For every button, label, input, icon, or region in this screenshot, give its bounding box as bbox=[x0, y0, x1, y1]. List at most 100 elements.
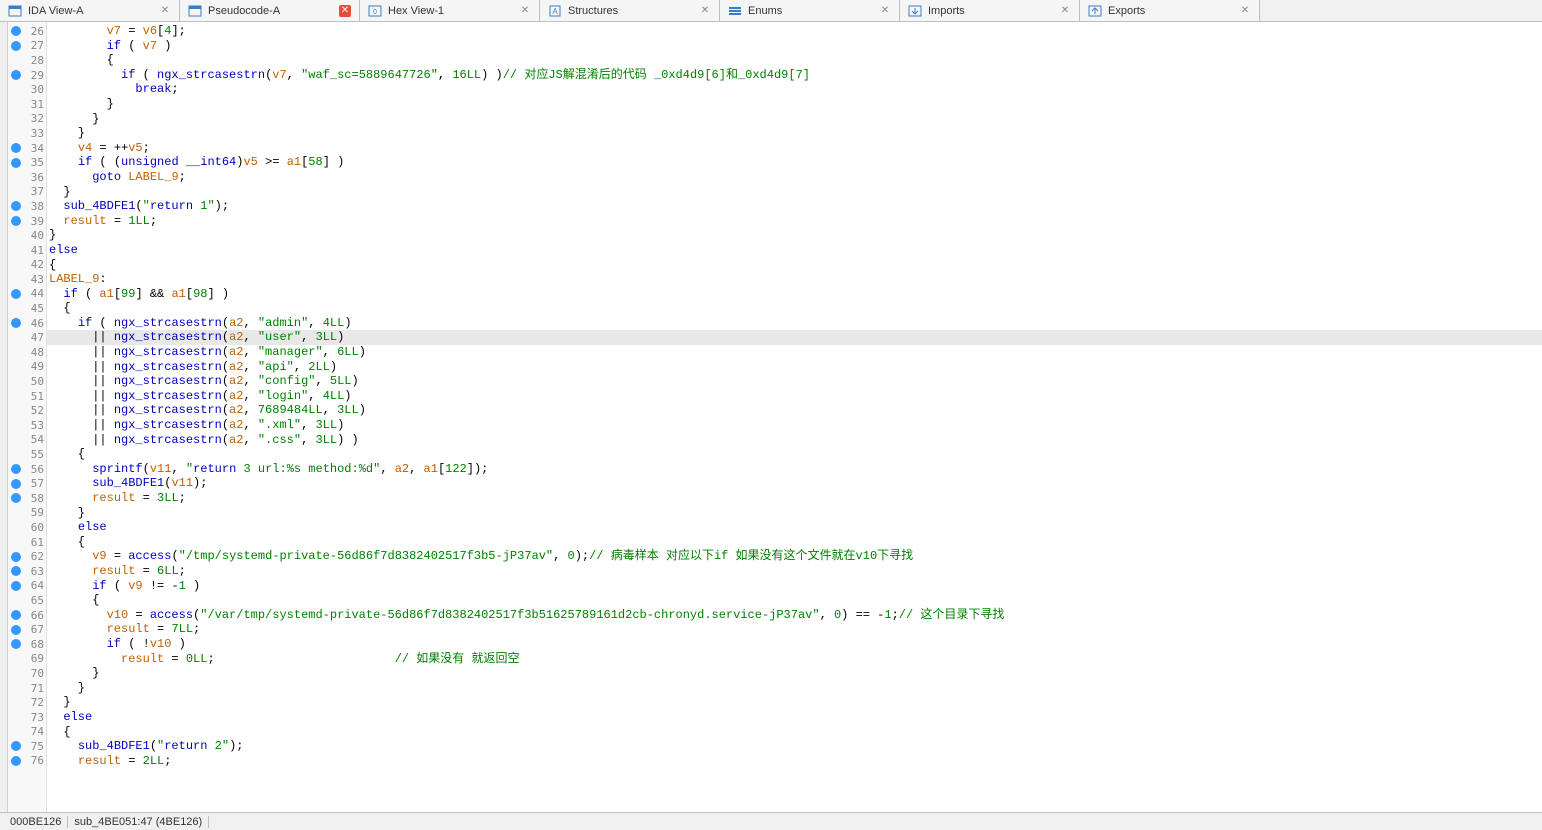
breakpoint-dot-icon[interactable] bbox=[11, 464, 21, 474]
code-line[interactable]: || ngx_strcasestrn(a2, 7689484LL, 3LL) bbox=[47, 403, 1542, 418]
gutter-row[interactable]: 69 bbox=[8, 652, 46, 667]
gutter-row[interactable]: 40 bbox=[8, 228, 46, 243]
code-line[interactable]: result = 0LL; // 如果没有 就返回空 bbox=[47, 652, 1542, 667]
breakpoint-dot-icon[interactable] bbox=[11, 143, 21, 153]
gutter-row[interactable]: 45 bbox=[8, 301, 46, 316]
gutter-row[interactable]: 31 bbox=[8, 97, 46, 112]
code-line[interactable]: || ngx_strcasestrn(a2, "config", 5LL) bbox=[47, 374, 1542, 389]
code-line[interactable]: { bbox=[47, 301, 1542, 316]
pseudocode-view[interactable]: 2627282930313233343536373839404142434445… bbox=[0, 22, 1542, 812]
gutter-row[interactable]: 70 bbox=[8, 666, 46, 681]
code-line[interactable]: || ngx_strcasestrn(a2, "user", 3LL) bbox=[47, 330, 1542, 345]
tab-pseudocode-a[interactable]: Pseudocode-A✕ bbox=[180, 0, 360, 21]
code-line[interactable]: sub_4BDFE1(v11); bbox=[47, 476, 1542, 491]
code-content[interactable]: v7 = v6[4]; if ( v7 ) { if ( ngx_strcase… bbox=[47, 22, 1542, 812]
gutter-row[interactable]: 49 bbox=[8, 360, 46, 375]
code-line[interactable]: break; bbox=[47, 82, 1542, 97]
gutter-row[interactable]: 41 bbox=[8, 243, 46, 258]
code-line[interactable]: goto LABEL_9; bbox=[47, 170, 1542, 185]
breakpoint-dot-icon[interactable] bbox=[11, 26, 21, 36]
gutter-row[interactable]: 62 bbox=[8, 549, 46, 564]
code-line[interactable]: } bbox=[47, 228, 1542, 243]
gutter-row[interactable]: 65 bbox=[8, 593, 46, 608]
gutter-row[interactable]: 42 bbox=[8, 258, 46, 273]
gutter-row[interactable]: 61 bbox=[8, 535, 46, 550]
breakpoint-dot-icon[interactable] bbox=[11, 70, 21, 80]
code-line[interactable]: } bbox=[47, 506, 1542, 521]
code-line[interactable]: else bbox=[47, 710, 1542, 725]
breakpoint-dot-icon[interactable] bbox=[11, 158, 21, 168]
code-line[interactable]: if ( !v10 ) bbox=[47, 637, 1542, 652]
gutter-row[interactable]: 64 bbox=[8, 579, 46, 594]
code-line[interactable]: sub_4BDFE1("return 1"); bbox=[47, 199, 1542, 214]
gutter-row[interactable]: 33 bbox=[8, 126, 46, 141]
gutter-row[interactable]: 72 bbox=[8, 695, 46, 710]
code-line[interactable]: if ( v7 ) bbox=[47, 39, 1542, 54]
gutter-row[interactable]: 74 bbox=[8, 725, 46, 740]
code-line[interactable]: v9 = access("/tmp/systemd-private-56d86f… bbox=[47, 549, 1542, 564]
code-line[interactable]: { bbox=[47, 258, 1542, 273]
gutter-row[interactable]: 75 bbox=[8, 739, 46, 754]
gutter-row[interactable]: 27 bbox=[8, 39, 46, 54]
code-line[interactable]: result = 3LL; bbox=[47, 491, 1542, 506]
gutter-row[interactable]: 39 bbox=[8, 214, 46, 229]
gutter-row[interactable]: 57 bbox=[8, 476, 46, 491]
gutter-row[interactable]: 67 bbox=[8, 622, 46, 637]
code-line[interactable]: { bbox=[47, 53, 1542, 68]
code-line[interactable]: if ( a1[99] && a1[98] ) bbox=[47, 287, 1542, 302]
code-line[interactable]: { bbox=[47, 535, 1542, 550]
gutter-row[interactable]: 50 bbox=[8, 374, 46, 389]
tab-hex-view-1[interactable]: 0Hex View-1✕ bbox=[360, 0, 540, 21]
gutter-row[interactable]: 54 bbox=[8, 433, 46, 448]
gutter-row[interactable]: 47 bbox=[8, 330, 46, 345]
code-line[interactable]: result = 1LL; bbox=[47, 214, 1542, 229]
gutter-row[interactable]: 35 bbox=[8, 155, 46, 170]
gutter-row[interactable]: 51 bbox=[8, 389, 46, 404]
gutter-row[interactable]: 48 bbox=[8, 345, 46, 360]
breakpoint-dot-icon[interactable] bbox=[11, 493, 21, 503]
gutter-row[interactable]: 43 bbox=[8, 272, 46, 287]
breakpoint-dot-icon[interactable] bbox=[11, 625, 21, 635]
code-line[interactable]: } bbox=[47, 681, 1542, 696]
tab-ida-view-a[interactable]: IDA View-A✕ bbox=[0, 0, 180, 21]
code-line[interactable]: || ngx_strcasestrn(a2, "manager", 6LL) bbox=[47, 345, 1542, 360]
gutter-row[interactable]: 32 bbox=[8, 112, 46, 127]
code-line[interactable]: result = 6LL; bbox=[47, 564, 1542, 579]
gutter-row[interactable]: 60 bbox=[8, 520, 46, 535]
gutter-row[interactable]: 36 bbox=[8, 170, 46, 185]
code-line[interactable]: if ( ngx_strcasestrn(a2, "admin", 4LL) bbox=[47, 316, 1542, 331]
gutter-row[interactable]: 37 bbox=[8, 185, 46, 200]
code-line[interactable]: result = 2LL; bbox=[47, 754, 1542, 769]
gutter-row[interactable]: 26 bbox=[8, 24, 46, 39]
gutter-row[interactable]: 34 bbox=[8, 141, 46, 156]
breakpoint-dot-icon[interactable] bbox=[11, 756, 21, 766]
code-line[interactable]: || ngx_strcasestrn(a2, ".xml", 3LL) bbox=[47, 418, 1542, 433]
close-icon[interactable]: ✕ bbox=[879, 5, 891, 17]
close-icon[interactable]: ✕ bbox=[1239, 5, 1251, 17]
breakpoint-dot-icon[interactable] bbox=[11, 201, 21, 211]
code-line[interactable]: } bbox=[47, 126, 1542, 141]
breakpoint-dot-icon[interactable] bbox=[11, 566, 21, 576]
breakpoint-dot-icon[interactable] bbox=[11, 610, 21, 620]
code-line[interactable]: { bbox=[47, 593, 1542, 608]
tab-imports[interactable]: Imports✕ bbox=[900, 0, 1080, 21]
code-line[interactable]: sprintf(v11, "return 3 url:%s method:%d"… bbox=[47, 462, 1542, 477]
code-line[interactable]: || ngx_strcasestrn(a2, ".css", 3LL) ) bbox=[47, 433, 1542, 448]
breakpoint-dot-icon[interactable] bbox=[11, 216, 21, 226]
code-line[interactable]: { bbox=[47, 447, 1542, 462]
breakpoint-dot-icon[interactable] bbox=[11, 289, 21, 299]
code-line[interactable]: } bbox=[47, 97, 1542, 112]
close-icon[interactable]: ✕ bbox=[339, 5, 351, 17]
code-line[interactable]: || ngx_strcasestrn(a2, "api", 2LL) bbox=[47, 360, 1542, 375]
code-line[interactable]: v4 = ++v5; bbox=[47, 141, 1542, 156]
tab-exports[interactable]: Exports✕ bbox=[1080, 0, 1260, 21]
code-line[interactable]: LABEL_9: bbox=[47, 272, 1542, 287]
gutter-row[interactable]: 59 bbox=[8, 506, 46, 521]
gutter-row[interactable]: 63 bbox=[8, 564, 46, 579]
tab-enums[interactable]: Enums✕ bbox=[720, 0, 900, 21]
breakpoint-dot-icon[interactable] bbox=[11, 741, 21, 751]
close-icon[interactable]: ✕ bbox=[159, 5, 171, 17]
code-line[interactable]: } bbox=[47, 666, 1542, 681]
breakpoint-dot-icon[interactable] bbox=[11, 552, 21, 562]
gutter-row[interactable]: 56 bbox=[8, 462, 46, 477]
